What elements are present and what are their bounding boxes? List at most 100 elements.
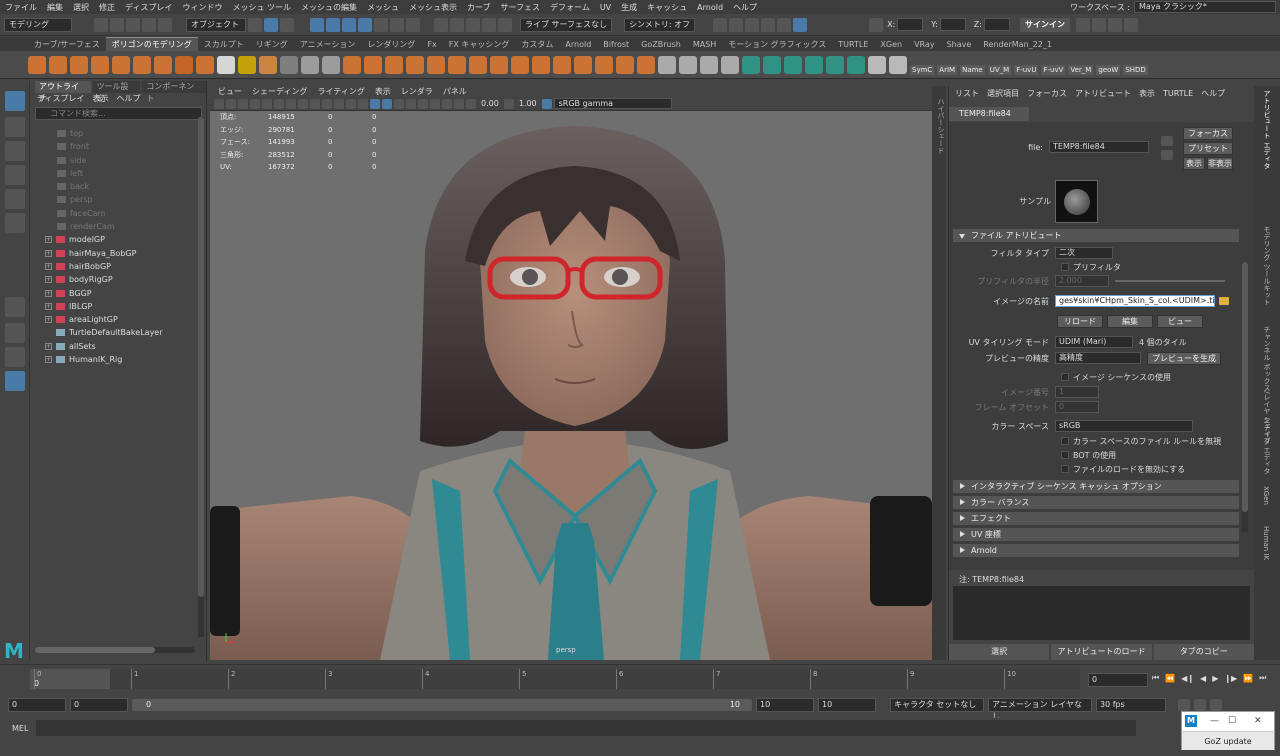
tab-tool-settings[interactable]: ツール設定 — [92, 81, 141, 103]
shelf-tool-icon-13[interactable] — [301, 55, 319, 74]
shelf-tab-17[interactable]: Shave — [941, 38, 978, 51]
go-to-start-icon[interactable]: ⏮ — [1152, 673, 1159, 683]
attribute-editor-scrollbar[interactable] — [1242, 262, 1248, 532]
shelf-label-1[interactable]: ArIM — [937, 64, 958, 75]
shelf-tool-icon-27[interactable] — [595, 55, 613, 74]
viewport-tool-icon-1[interactable] — [226, 98, 236, 109]
outliner-group-item[interactable]: + areaLightGP — [31, 313, 201, 326]
shelf-label-8[interactable]: SHDD — [1123, 64, 1148, 75]
shelf-tab-4[interactable]: アニメーション — [294, 38, 362, 51]
ae-menu-3[interactable]: アトリビュート — [1075, 88, 1131, 99]
shelf-tool-icon-41[interactable] — [889, 55, 907, 74]
gamma-value[interactable]: 1.00 — [516, 99, 540, 108]
right-tab-1[interactable]: モデリング ツールキット — [1262, 226, 1272, 305]
open-scene-icon[interactable] — [110, 17, 124, 32]
input-connection-icon[interactable] — [1161, 136, 1173, 146]
menu-item-2[interactable]: 選択 — [68, 2, 94, 13]
menu-item-1[interactable]: 編集 — [42, 2, 68, 13]
single-layout-icon[interactable] — [5, 297, 25, 317]
menu-item-9[interactable]: メッシュ表示 — [404, 2, 462, 13]
shelf-tab-2[interactable]: スカルプト — [198, 38, 250, 51]
viewport-tool-icon-6[interactable] — [286, 98, 296, 109]
shelf-tool-icon-3[interactable] — [91, 55, 109, 74]
menu-item-17[interactable]: ヘルプ — [728, 2, 762, 13]
shelf-tab-12[interactable]: MASH — [687, 38, 722, 51]
folder-icon[interactable] — [1219, 297, 1229, 305]
shelf-tab-11[interactable]: GoZBrush — [635, 38, 687, 51]
panel-toggle-1-icon[interactable] — [1075, 17, 1090, 32]
viewport-tool-icon-17[interactable] — [418, 98, 428, 109]
right-tab-5[interactable]: Human IK — [1262, 526, 1270, 560]
outliner-camera-item[interactable]: left — [31, 167, 201, 180]
gamma-icon[interactable] — [503, 98, 514, 109]
outliner-layout-icon[interactable] — [5, 371, 25, 391]
viewport-tool-icon-16[interactable] — [406, 98, 416, 109]
prefilter-checkbox[interactable] — [1061, 263, 1069, 271]
right-tab-0[interactable]: アトリビュート エディタ — [1262, 90, 1272, 169]
ae-menu-6[interactable]: ヘルプ — [1201, 88, 1225, 99]
shelf-tool-icon-0[interactable] — [28, 55, 46, 74]
anim-layer-dropdown[interactable]: アニメーション レイヤなし — [988, 698, 1092, 721]
viewport-menu-3[interactable]: 表示 — [372, 86, 394, 97]
shelf-tool-icon-34[interactable] — [742, 55, 760, 74]
output-connection-icon[interactable] — [1161, 150, 1173, 160]
two-layout-icon[interactable] — [5, 347, 25, 367]
shelf-tool-icon-16[interactable] — [364, 55, 382, 74]
close-icon[interactable]: ✕ — [1254, 716, 1262, 726]
expand-icon[interactable]: + — [45, 249, 52, 257]
component-mode-icon[interactable] — [280, 17, 294, 32]
hypershade-icon[interactable] — [777, 17, 792, 32]
panel-toggle-3-icon[interactable] — [1107, 17, 1122, 32]
shelf-tool-icon-24[interactable] — [532, 55, 550, 74]
current-frame-marker[interactable] — [30, 669, 110, 689]
edit-button[interactable]: 編集 — [1107, 315, 1153, 328]
select-button[interactable]: 選択 — [949, 644, 1050, 660]
preview-quality-dropdown[interactable]: 高精度 — [1055, 352, 1141, 364]
step-forward-key-icon[interactable]: ⏩ — [1243, 674, 1253, 683]
shelf-tool-icon-30[interactable] — [658, 55, 676, 74]
viewport-tool-icon-20[interactable] — [454, 98, 464, 109]
viewport-menu-4[interactable]: レンダラ — [398, 86, 436, 97]
step-back-icon[interactable]: ◀❙ — [1181, 674, 1194, 683]
ae-menu-0[interactable]: リスト — [955, 88, 979, 99]
shelf-tab-6[interactable]: Fx — [421, 38, 442, 51]
shelf-tool-icon-15[interactable] — [343, 55, 361, 74]
outliner-group-item[interactable]: + allSets — [31, 340, 201, 353]
notes-textarea[interactable] — [953, 586, 1250, 640]
fps-dropdown[interactable]: 30 fps — [1096, 698, 1166, 712]
select-by-dynamics-icon[interactable] — [390, 17, 404, 32]
viewport-tool-icon-9[interactable] — [322, 98, 332, 109]
ae-menu-2[interactable]: フォーカス — [1027, 88, 1067, 99]
range-slider-bar[interactable]: 0 10 — [132, 699, 752, 711]
select-by-joint-icon[interactable] — [326, 17, 340, 32]
prefilter-radius-field[interactable]: 2.000 — [1055, 275, 1109, 287]
lasso-tool-icon[interactable] — [5, 117, 25, 137]
selection-mode-dropdown[interactable]: オブジェクト — [186, 17, 246, 32]
viewport-tool-icon-10[interactable] — [334, 98, 344, 109]
select-by-curve-icon[interactable] — [342, 17, 356, 32]
render-sequence-icon[interactable] — [793, 17, 808, 32]
paint-select-icon[interactable] — [5, 141, 25, 161]
viewport-tool-icon-0[interactable] — [214, 98, 224, 109]
shelf-tool-icon-5[interactable] — [133, 55, 151, 74]
shelf-tool-icon-23[interactable] — [511, 55, 529, 74]
end-time-field[interactable]: 10 — [818, 698, 876, 712]
shelf-label-4[interactable]: F-uvU — [1014, 64, 1039, 75]
outliner-group-item[interactable]: TurtleDefaultBakeLayer — [31, 326, 201, 339]
goz-update-button[interactable]: GoZ update — [1182, 731, 1274, 750]
shelf-tool-icon-17[interactable] — [385, 55, 403, 74]
expand-icon[interactable]: + — [45, 302, 52, 310]
view-transform-dropdown[interactable]: sRGB gamma — [553, 98, 672, 109]
viewport-3d[interactable]: 頂点: 148915 0 0 エッジ: 290781 0 0 フェース: 141993 0 0 三角形:… — [210, 111, 932, 660]
shelf-tool-icon-14[interactable] — [322, 55, 340, 74]
viewport-tool-icon-21[interactable] — [466, 98, 476, 109]
shelf-tool-icon-31[interactable] — [679, 55, 697, 74]
reload-button[interactable]: リロード — [1057, 315, 1103, 328]
shelf-tool-icon-25[interactable] — [553, 55, 571, 74]
shelf-tab-0[interactable]: カーブ/サーフェス — [28, 38, 106, 51]
file-node-field[interactable]: TEMP8:file84 — [1049, 141, 1149, 153]
save-scene-icon[interactable] — [126, 17, 140, 32]
shelf-tool-icon-19[interactable] — [427, 55, 445, 74]
uv-tiling-dropdown[interactable]: UDIM (Mari) — [1055, 336, 1133, 348]
ignore-colorspace-rules-checkbox[interactable] — [1061, 437, 1069, 445]
